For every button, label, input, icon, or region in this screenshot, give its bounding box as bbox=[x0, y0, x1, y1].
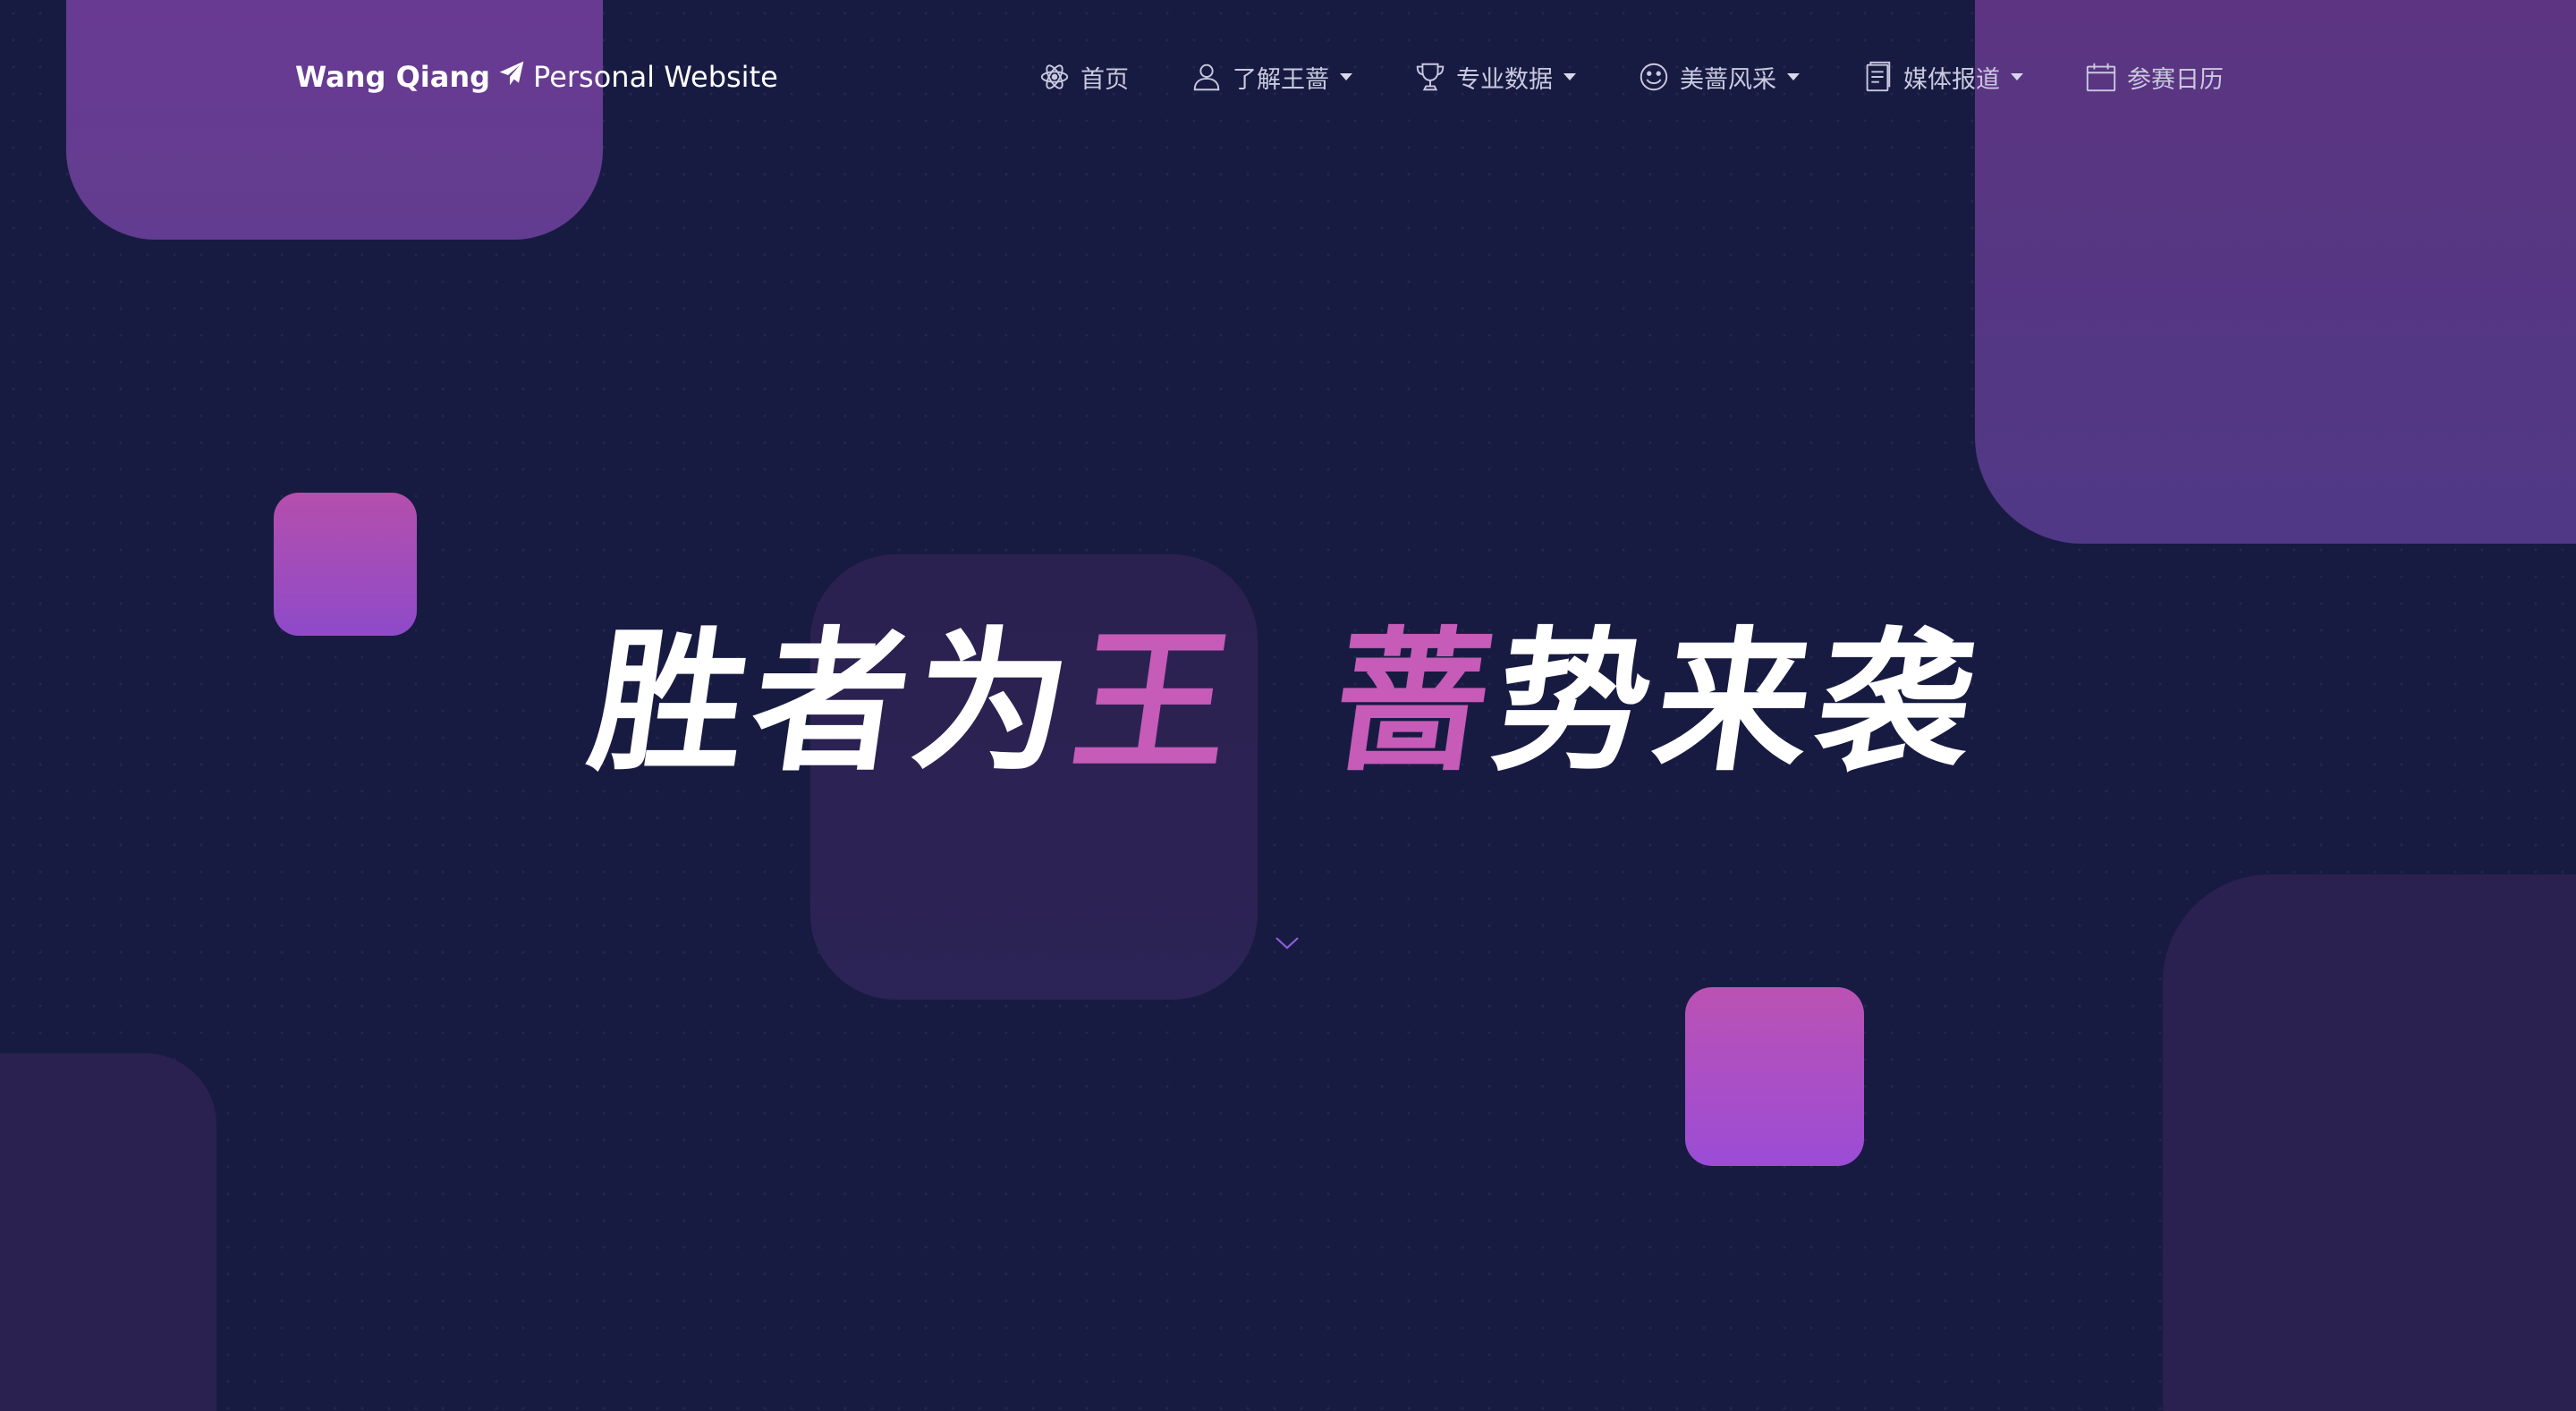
atom-icon bbox=[1038, 60, 1072, 94]
nav-item-about[interactable]: 了解王蔷 bbox=[1190, 60, 1352, 95]
calendar-icon bbox=[2084, 60, 2118, 94]
main-nav: 首页 了解王蔷 专业数据 美蔷风采 媒体报道 参赛日历 bbox=[1038, 54, 2224, 100]
hero-text-part1: 胜者为 bbox=[580, 611, 1089, 792]
nav-label-media: 媒体报道 bbox=[1903, 65, 2000, 94]
nav-item-home[interactable]: 首页 bbox=[1038, 60, 1129, 95]
nav-item-stats[interactable]: 专业数据 bbox=[1413, 60, 1576, 95]
chevron-down-icon[interactable] bbox=[1274, 934, 1301, 951]
document-icon bbox=[1860, 60, 1894, 94]
chevron-down-icon bbox=[1563, 73, 1576, 80]
nav-item-gallery[interactable]: 美蔷风采 bbox=[1637, 60, 1800, 95]
hero-text-highlight-2: 蔷 bbox=[1322, 611, 1510, 792]
nav-label-gallery: 美蔷风采 bbox=[1680, 65, 1776, 94]
decor-shape-top-left bbox=[66, 0, 603, 240]
user-icon bbox=[1190, 60, 1224, 94]
nav-label-about: 了解王蔷 bbox=[1233, 65, 1329, 94]
smile-icon bbox=[1637, 60, 1671, 94]
brand-tagline: Personal Website bbox=[533, 60, 778, 94]
trophy-icon bbox=[1413, 60, 1447, 94]
hero-headline: 胜者为王蔷势来袭 bbox=[0, 590, 2576, 792]
brand-link[interactable]: Wang Qiang Personal Website bbox=[295, 55, 778, 98]
nav-label-home: 首页 bbox=[1080, 65, 1129, 94]
brand-name: Wang Qiang bbox=[295, 60, 491, 94]
nav-label-calendar: 参赛日历 bbox=[2127, 65, 2224, 94]
paper-plane-icon bbox=[497, 59, 526, 95]
chevron-down-icon bbox=[2011, 73, 2023, 80]
nav-item-media[interactable]: 媒体报道 bbox=[1860, 60, 2023, 95]
chevron-down-icon bbox=[1787, 73, 1800, 80]
decor-square-pink-right bbox=[1685, 987, 1864, 1166]
chevron-down-icon bbox=[1340, 73, 1352, 80]
decor-shape-bottom-right bbox=[2163, 874, 2576, 1411]
decor-shape-bottom-left bbox=[0, 1053, 216, 1411]
hero-text-highlight-1: 王 bbox=[1063, 611, 1250, 792]
nav-label-stats: 专业数据 bbox=[1456, 65, 1553, 94]
nav-item-calendar[interactable]: 参赛日历 bbox=[2084, 60, 2224, 95]
hero-text-part2: 势来袭 bbox=[1483, 611, 1993, 792]
hero-stage: Wang Qiang Personal Website 首页 了解王蔷 专业数据… bbox=[0, 0, 2576, 1411]
